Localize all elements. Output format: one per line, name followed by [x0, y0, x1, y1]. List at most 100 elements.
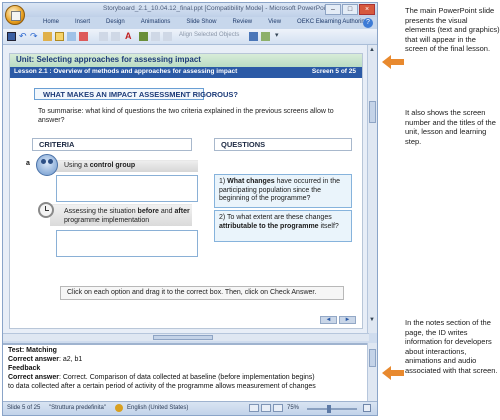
status-language[interactable]: English (United States) [127, 405, 188, 411]
ribbon-tab-list: Home Insert Design Animations Slide Show… [35, 18, 376, 26]
question-banner-text: WHAT MAKES AN IMPACT ASSESSMENT RIGOROUS… [43, 90, 238, 99]
slide-scroll-thumb[interactable] [369, 101, 376, 123]
questions-header: QUESTIONS [214, 138, 352, 151]
question-2-text: 2) To what extent are these changes attr… [219, 214, 339, 230]
status-bar: Slide 5 of 25 "Struttura predefinita" En… [3, 401, 377, 415]
notes-correct-answer: Correct answer: a2, b1 [8, 356, 83, 363]
notes-test-type: Test: Matching [8, 347, 57, 354]
annotation-notes-description: In the notes section of the page, the ID… [405, 318, 498, 375]
close-button[interactable]: × [359, 4, 375, 15]
drop-box-b[interactable] [56, 230, 198, 257]
ribbon-tabs: Home Insert Design Animations Slide Show… [3, 17, 377, 29]
option-b-before-after[interactable]: Assessing the situation before and after… [50, 204, 192, 226]
option-a-letter: a [26, 160, 30, 167]
previous-screen-button[interactable]: ◄ [320, 316, 337, 324]
notes-pane[interactable]: Test: Matching Correct answer: a2, b1 Fe… [3, 343, 369, 401]
customize-toolbar-icon[interactable]: ▾ [275, 31, 279, 39]
picture-icon[interactable] [67, 32, 76, 41]
tab-view[interactable]: View [260, 18, 289, 26]
redo-icon[interactable]: ↷ [30, 32, 39, 41]
people-group-icon [36, 154, 58, 176]
lesson-bar: Lesson 2.1 : Overview of methods and app… [10, 67, 362, 78]
annotation-screen-info: It also shows the screen number and the … [405, 108, 496, 146]
screen-number: Screen 5 of 25 [311, 68, 356, 75]
unit-title: Unit: Selecting approaches for assessing… [16, 55, 201, 64]
tab-insert[interactable]: Insert [67, 18, 98, 26]
scroll-down-icon[interactable]: ▼ [369, 317, 375, 323]
unit-bar: Unit: Selecting approaches for assessing… [10, 54, 362, 67]
annotation-arrow-slide-icon [382, 55, 404, 69]
view-buttons [249, 404, 283, 412]
maximize-button[interactable]: □ [342, 4, 358, 15]
help-icon[interactable]: ? [363, 18, 373, 28]
tab-design[interactable]: Design [98, 18, 133, 26]
zoom-slider[interactable] [307, 408, 357, 410]
title-bar: Storyboard_2.1_10.04.12_final.ppt [Compa… [3, 3, 377, 17]
align-selected-objects[interactable]: Align Selected Objects [179, 32, 239, 38]
criteria-header-text: CRITERIA [39, 140, 75, 149]
horizontal-scroll-thumb[interactable] [153, 335, 213, 340]
next-screen-button[interactable]: ► [339, 316, 356, 324]
slide: Unit: Selecting approaches for assessing… [9, 53, 363, 329]
window-controls: – □ × [325, 4, 375, 15]
notes-feedback-label: Feedback [8, 365, 41, 372]
slide-navigation: ◄ ► [320, 316, 356, 324]
question-2-box[interactable]: 2) To what extent are these changes attr… [214, 210, 352, 242]
page: Storyboard_2.1_10.04.12_final.ppt [Compa… [0, 0, 500, 420]
lesson-title: Lesson 2.1 : Overview of methods and app… [14, 68, 238, 75]
highlight-icon[interactable] [139, 32, 148, 41]
question-banner: WHAT MAKES AN IMPACT ASSESSMENT RIGOROUS… [34, 88, 238, 100]
option-b-label: Assessing the situation before and after… [64, 208, 190, 224]
option-a-control-group[interactable]: Using a control group [50, 160, 198, 172]
status-theme: "Struttura predefinita" [49, 405, 106, 411]
tab-home[interactable]: Home [35, 18, 67, 26]
table-icon[interactable] [99, 32, 108, 41]
slide-show-view-icon[interactable] [273, 404, 283, 412]
tab-review[interactable]: Review [224, 18, 260, 26]
option-a-label: Using a control group [64, 162, 136, 169]
slide-vertical-scrollbar[interactable]: ▲ ▼ [367, 45, 377, 333]
notes-scroll-thumb[interactable] [369, 349, 376, 367]
question-1-box[interactable]: 1) What changes have occurred in the par… [214, 174, 352, 208]
edit-icon[interactable] [151, 32, 160, 41]
window-title: Storyboard_2.1_10.04.12_final.ppt [Compa… [103, 5, 331, 12]
quick-access-toolbar: ↶ ↷ A Align Selected Objects ▾ [3, 29, 377, 45]
slide-pane: Unit: Selecting approaches for assessing… [3, 45, 369, 333]
powerpoint-window: Storyboard_2.1_10.04.12_final.ppt [Compa… [2, 2, 378, 416]
spell-check-icon[interactable] [115, 404, 123, 412]
tab-slide-show[interactable]: Slide Show [178, 18, 224, 26]
minimize-button[interactable]: – [325, 4, 341, 15]
open-icon[interactable] [43, 32, 52, 41]
chart-icon[interactable] [111, 32, 120, 41]
new-slide-icon[interactable] [55, 32, 64, 41]
annotation-slide-description: The main PowerPoint slide presents the v… [405, 6, 500, 54]
zoom-level[interactable]: 75% [287, 405, 299, 411]
undo-icon[interactable]: ↶ [19, 32, 28, 41]
questions-header-text: QUESTIONS [221, 140, 266, 149]
slide-sorter-view-icon[interactable] [261, 404, 271, 412]
zoom-icon[interactable] [163, 32, 172, 41]
save-icon[interactable] [7, 32, 16, 41]
normal-view-icon[interactable] [249, 404, 259, 412]
group-icon[interactable] [249, 32, 258, 41]
instruction-box: Click on each option and drag it to the … [60, 286, 344, 300]
shape-icon[interactable] [79, 32, 88, 41]
arrange-icon[interactable] [261, 32, 270, 41]
slide-horizontal-scrollbar[interactable] [3, 333, 369, 341]
status-slide-number: Slide 5 of 25 [7, 405, 41, 411]
office-button-icon[interactable] [5, 5, 25, 25]
notes-scrollbar[interactable] [367, 343, 377, 401]
scroll-up-icon[interactable]: ▲ [369, 47, 375, 53]
drop-box-a[interactable] [56, 175, 198, 202]
fit-to-window-icon[interactable] [363, 404, 371, 412]
notes-feedback-line-2: to data collected after a certain period… [8, 383, 316, 390]
notes-feedback-line-1: Correct answer: Correct. Comparison of d… [8, 374, 315, 381]
tab-animations[interactable]: Animations [133, 18, 179, 26]
font-color-icon[interactable]: A [125, 32, 134, 41]
annotation-arrow-notes-icon [382, 366, 404, 380]
intro-text: To summarise: what kind of questions the… [38, 108, 334, 124]
question-1-text: 1) What changes have occurred in the par… [219, 178, 340, 202]
instruction-text: Click on each option and drag it to the … [67, 289, 317, 296]
zoom-slider-handle[interactable] [327, 405, 331, 413]
criteria-header: CRITERIA [32, 138, 192, 151]
